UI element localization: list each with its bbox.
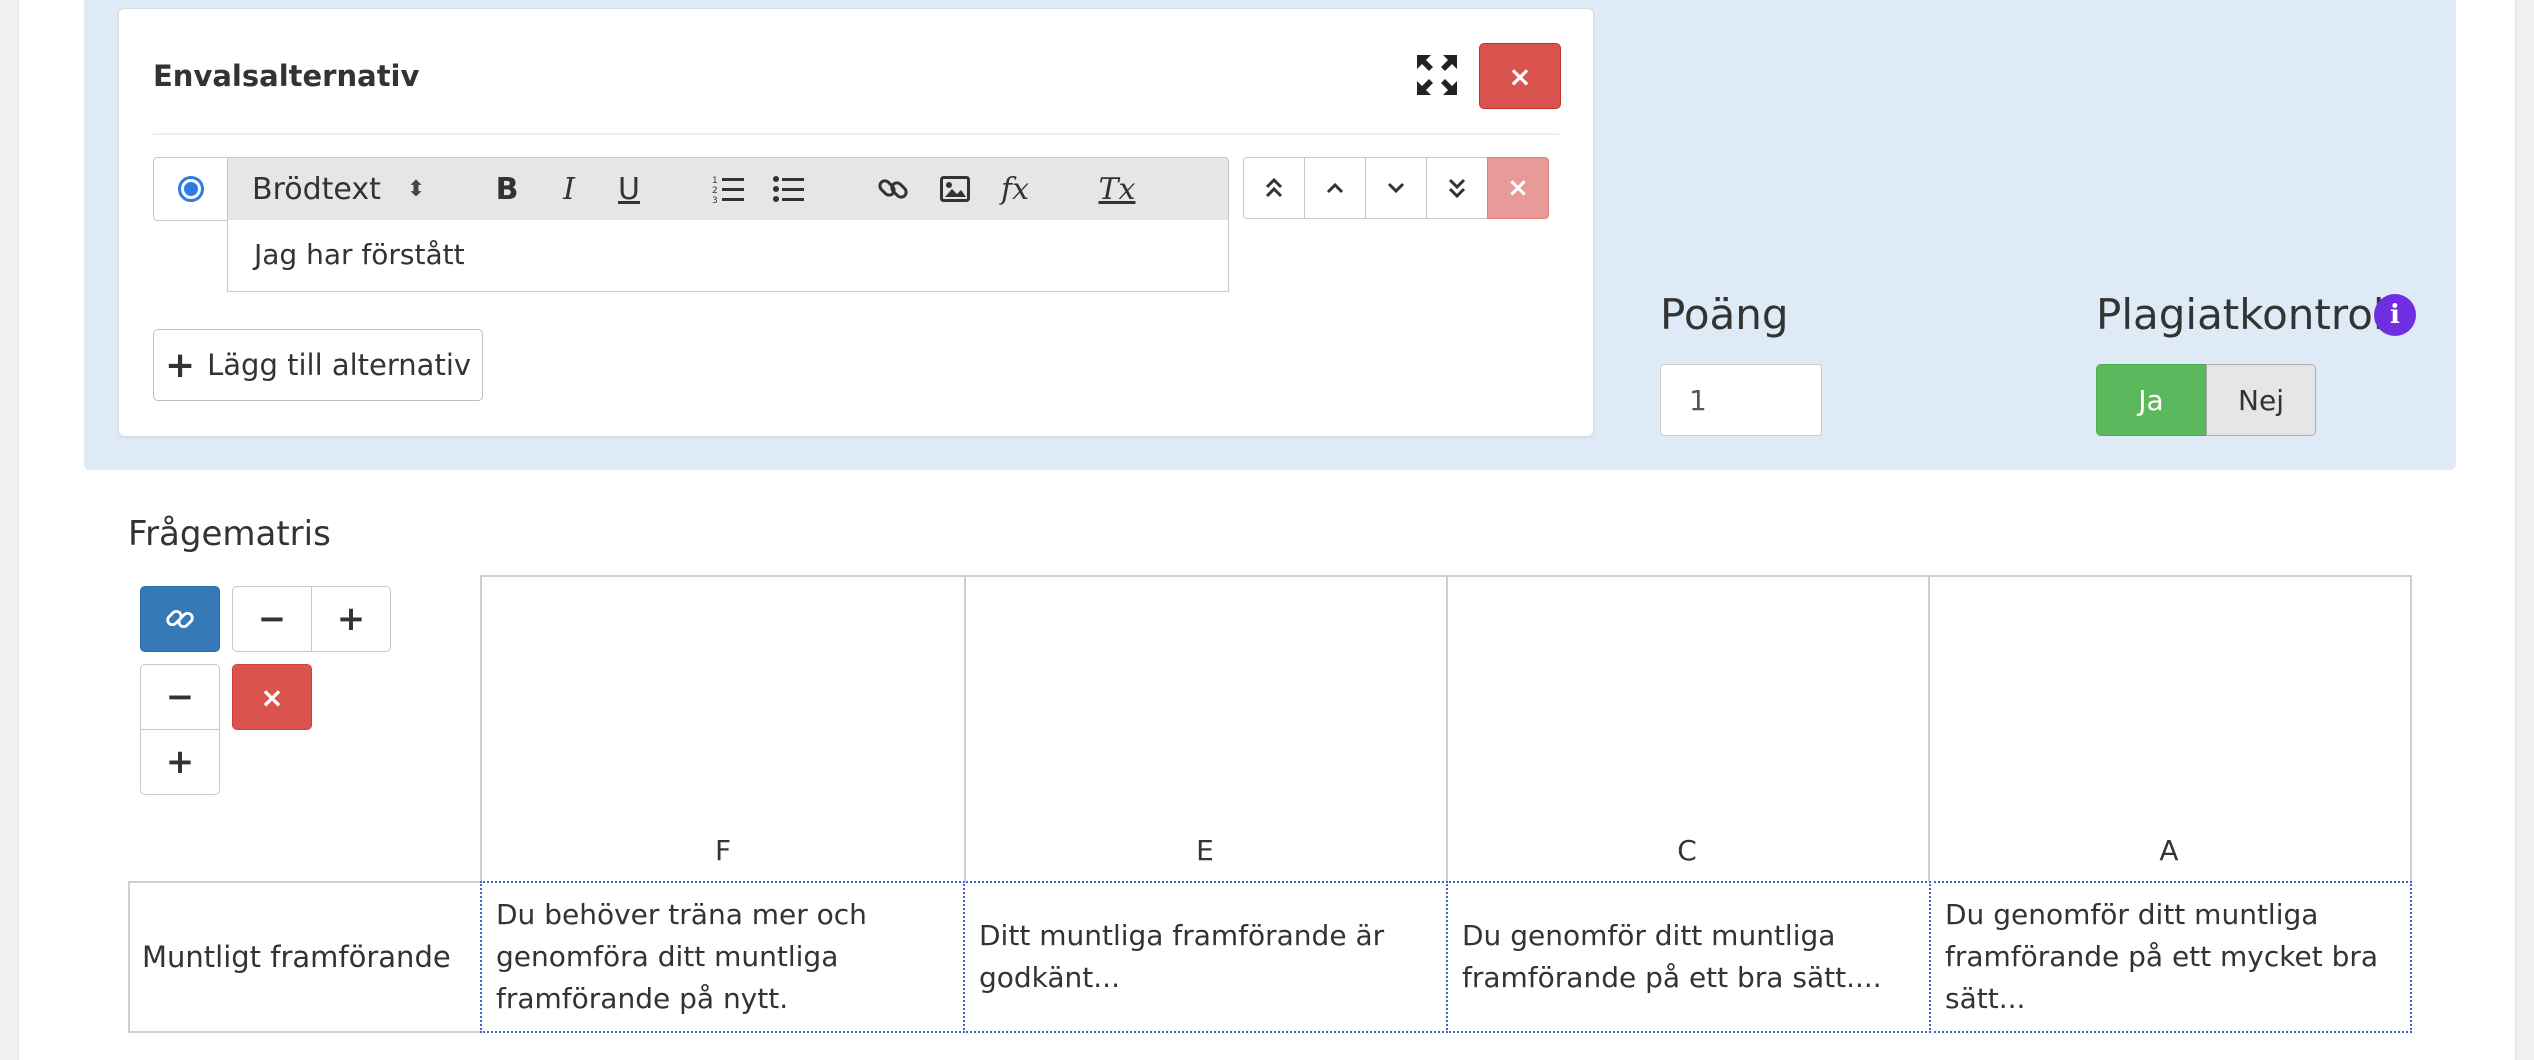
svg-text:1: 1 <box>712 176 718 186</box>
plagiarism-no-button[interactable]: Nej <box>2206 364 2316 436</box>
page-edge-left <box>0 0 19 1060</box>
format-select[interactable]: Brödtext ⬍ <box>252 168 425 210</box>
column-header-a[interactable]: A <box>1928 834 2410 867</box>
card-title: Envalsalternativ <box>153 59 420 93</box>
matrix-cell[interactable]: Du behöver träna mer och genomföra ditt … <box>480 881 965 1033</box>
matrix-header-grid: F E C A <box>480 575 2412 883</box>
radio-checked-icon <box>178 176 204 202</box>
move-up-icon[interactable] <box>1304 157 1366 219</box>
info-icon[interactable]: i <box>2374 294 2416 336</box>
ordered-list-icon[interactable]: 123 <box>706 166 752 212</box>
link-icon <box>166 609 194 629</box>
column-header-c[interactable]: C <box>1446 834 1928 867</box>
rich-text-toolbar: Brödtext ⬍ B I U 123 fx Tx <box>227 157 1229 221</box>
column-header-f[interactable]: F <box>482 834 964 867</box>
underline-icon[interactable]: U <box>606 166 652 212</box>
add-row-button[interactable]: + <box>140 729 220 795</box>
alternatives-card: Envalsalternativ × Brödtext ⬍ B I U 123 <box>118 8 1594 437</box>
matrix-cell[interactable]: Du genomför ditt muntliga framförande på… <box>1929 881 2412 1033</box>
matrix-cell[interactable]: Ditt muntliga framförande är godkänt... <box>963 881 1448 1033</box>
move-buttons: × <box>1243 157 1549 219</box>
image-icon[interactable] <box>932 166 978 212</box>
italic-icon[interactable]: I <box>546 166 592 212</box>
move-down-icon[interactable] <box>1365 157 1427 219</box>
alternative-text: Jag har förstått <box>254 238 465 271</box>
matrix-cell[interactable]: Du genomför ditt muntliga framförande på… <box>1446 881 1931 1033</box>
delete-question-button[interactable]: × <box>1479 43 1561 109</box>
delete-matrix-button[interactable]: × <box>232 664 312 730</box>
link-matrix-button[interactable] <box>140 586 220 652</box>
plus-icon: + <box>164 344 196 386</box>
svg-text:2: 2 <box>712 186 718 196</box>
page-edge-right <box>2515 0 2534 1060</box>
divider <box>153 133 1559 135</box>
column-header-e[interactable]: E <box>964 834 1446 867</box>
remove-column-button[interactable]: − <box>232 586 312 652</box>
expand-arrows-icon[interactable] <box>1415 53 1459 97</box>
formula-icon[interactable]: fx <box>992 166 1038 212</box>
row-label[interactable]: Muntligt framförande <box>128 881 480 1033</box>
link-icon[interactable] <box>870 166 916 212</box>
add-column-button[interactable]: + <box>311 586 391 652</box>
plagiarism-yes-button[interactable]: Ja <box>2096 364 2206 436</box>
add-alternative-label: Lägg till alternativ <box>207 348 472 382</box>
remove-row-button[interactable]: − <box>140 664 220 730</box>
points-label: Poäng <box>1660 290 1789 339</box>
matrix-title: Frågematris <box>128 514 331 554</box>
delete-alternative-button[interactable]: × <box>1487 157 1549 219</box>
sort-caret-icon: ⬍ <box>406 176 426 202</box>
clear-format-icon[interactable]: Tx <box>1094 166 1140 212</box>
bold-icon[interactable]: B <box>484 166 530 212</box>
move-top-icon[interactable] <box>1243 157 1305 219</box>
alternative-text-editor[interactable]: Jag har förstått <box>227 220 1229 292</box>
plagiarism-label: Plagiatkontroll <box>2096 290 2397 339</box>
unordered-list-icon[interactable] <box>766 166 812 212</box>
move-bottom-icon[interactable] <box>1426 157 1488 219</box>
format-select-label: Brödtext <box>252 171 381 207</box>
points-input[interactable] <box>1660 364 1822 436</box>
svg-text:3: 3 <box>712 196 718 204</box>
correct-answer-radio[interactable] <box>153 157 229 221</box>
add-alternative-button[interactable]: + Lägg till alternativ <box>153 329 483 401</box>
